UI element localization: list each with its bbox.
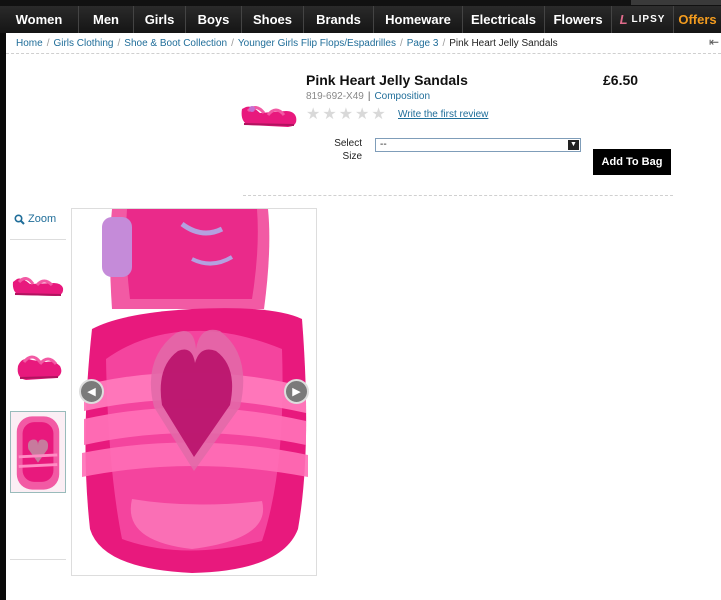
size-select-value: -- xyxy=(380,139,387,150)
select-size-label-line1: Select xyxy=(334,138,362,149)
star-icon: ★ xyxy=(338,106,354,123)
top-navigation: Women Men Girls Boys Shoes Brands Homewa… xyxy=(0,0,721,33)
chevron-left-icon: ◀ xyxy=(87,386,96,398)
gallery-thumbnail-3-selected[interactable] xyxy=(10,411,66,493)
star-icon: ★ xyxy=(306,106,321,123)
nav-item-women[interactable]: Women xyxy=(0,6,79,33)
product-thumbnail-image[interactable] xyxy=(238,91,300,133)
nav-item-homeware[interactable]: Homeware xyxy=(374,6,463,33)
product-code-row: 819-692-X49 | Composition xyxy=(306,91,431,102)
lipsy-logo-icon: L xyxy=(619,12,629,27)
size-select[interactable]: -- ▼ xyxy=(375,138,581,152)
nav-item-shoes[interactable]: Shoes xyxy=(242,6,304,33)
breadcrumb-shoe-boot-collection[interactable]: Shoe & Boot Collection xyxy=(124,38,227,49)
lipsy-label: LIPSY xyxy=(631,14,666,25)
composition-link[interactable]: Composition xyxy=(374,91,430,102)
breadcrumb-home[interactable]: Home xyxy=(16,38,43,49)
product-title: Pink Heart Jelly Sandals xyxy=(306,72,468,88)
nav-item-lipsy[interactable]: L LIPSY xyxy=(612,6,674,33)
back-arrow-icon[interactable]: ⇤ xyxy=(709,35,719,49)
star-icon: ★ xyxy=(355,106,370,123)
nav-item-flowers[interactable]: Flowers xyxy=(545,6,612,33)
product-page: Home / Girls Clothing / Shoe & Boot Collecti… xyxy=(6,33,721,600)
product-price: £6.50 xyxy=(603,72,639,88)
write-review-link[interactable]: Write the first review xyxy=(398,109,488,120)
top-edge xyxy=(631,0,721,5)
nav-item-electricals[interactable]: Electricals xyxy=(463,6,545,33)
breadcrumb-page-3[interactable]: Page 3 xyxy=(407,38,439,49)
magnifier-icon xyxy=(14,213,25,225)
next-image-button[interactable]: ▶ xyxy=(284,379,309,404)
nav-item-brands[interactable]: Brands xyxy=(304,6,374,33)
star-icon: ★ xyxy=(322,106,337,123)
breadcrumb-flip-flops[interactable]: Younger Girls Flip Flops/Espadrilles xyxy=(238,38,396,49)
breadcrumb: Home / Girls Clothing / Shoe & Boot Collecti… xyxy=(16,38,558,49)
select-size-label: Select Size xyxy=(324,137,362,163)
previous-image-button[interactable]: ◀ xyxy=(79,379,104,404)
gallery-thumbnail-2[interactable] xyxy=(10,338,66,388)
nav-item-boys[interactable]: Boys xyxy=(186,6,242,33)
dropdown-arrow-icon[interactable]: ▼ xyxy=(568,140,579,150)
nav-item-offers[interactable]: Offers xyxy=(674,6,721,33)
thumbnails-top-divider xyxy=(10,239,66,240)
add-to-bag-button[interactable]: Add To Bag xyxy=(593,149,671,175)
select-size-label-line2: Size xyxy=(342,151,362,162)
star-icon: ★ xyxy=(371,106,386,123)
main-product-image[interactable]: ◀ ▶ xyxy=(71,208,317,576)
breadcrumb-current: Pink Heart Jelly Sandals xyxy=(449,38,558,49)
rating-stars[interactable]: ★ ★ ★ ★ ★ xyxy=(306,107,386,123)
sandal-main-illustration xyxy=(72,209,316,575)
gallery-thumbnail-1[interactable] xyxy=(10,258,66,308)
zoom-label: Zoom xyxy=(28,213,57,225)
chevron-right-icon: ▶ xyxy=(292,386,301,398)
breadcrumb-divider xyxy=(6,53,721,54)
nav-item-girls[interactable]: Girls xyxy=(134,6,186,33)
product-code: 819-692-X49 xyxy=(306,91,364,102)
nav-bar: Women Men Girls Boys Shoes Brands Homewa… xyxy=(0,6,721,33)
zoom-button[interactable]: Zoom xyxy=(14,213,56,225)
breadcrumb-girls-clothing[interactable]: Girls Clothing xyxy=(53,38,113,49)
thumbnails-bottom-divider xyxy=(10,559,66,560)
section-divider xyxy=(243,195,673,196)
nav-item-men[interactable]: Men xyxy=(79,6,134,33)
